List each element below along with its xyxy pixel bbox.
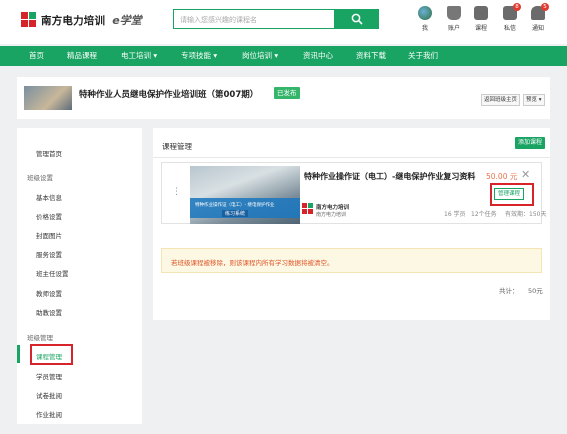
provider-sub: 南方电力培训 — [316, 212, 347, 218]
top-account-label: 账户 — [447, 25, 460, 32]
sidebar-item-dashboard[interactable]: 管理首页 — [36, 148, 62, 158]
main-panel: 课程管理 添加课程 ⋮ 特种作业操作证（电工）- 继电保护作业 练习系统 南方电… — [153, 128, 550, 320]
brand-logo-icon — [21, 12, 37, 28]
nav-featured-courses[interactable]: 精品课程 — [67, 46, 97, 66]
sidebar-item-cover[interactable]: 封面图片 — [36, 230, 62, 240]
course-cover-image: 特种作业操作证（电工）- 继电保护作业 练习系统 — [190, 166, 300, 224]
total-value: 50元 — [528, 287, 543, 295]
notification-badge: 5 — [541, 3, 549, 11]
page-title: 课程管理 — [162, 142, 192, 151]
nav-home[interactable]: 首页 — [29, 46, 44, 66]
message-badge: 8 — [513, 3, 521, 11]
course-price: 50.00 元 — [486, 172, 518, 181]
sidebar-item-homework-review[interactable]: 作业批阅 — [36, 409, 62, 419]
sidebar-item-teacher[interactable]: 教师设置 — [36, 288, 62, 298]
provider-name: 南方电力培训 — [316, 205, 350, 211]
top-header: 南方电力培训 e学堂 请输入您感兴趣的课程名 我 账户 课程 8 私信 5 通知 — [0, 0, 567, 44]
brand-sub: e学堂 — [112, 14, 142, 27]
highlight-box-manage — [490, 183, 534, 206]
top-me-label: 我 — [421, 25, 428, 32]
cover-band-text: 特种作业操作证（电工）- 继电保护作业 — [195, 203, 275, 208]
course-title[interactable]: 特种作业操作证（电工）-继电保护作业复习资料 — [304, 171, 475, 182]
top-course-label: 课程 — [474, 25, 487, 32]
cover-band-label: 练习系统 — [222, 210, 249, 217]
search-input[interactable]: 请输入您感兴趣的课程名 — [173, 9, 335, 29]
top-message-label: 私信 — [503, 25, 516, 32]
class-thumbnail — [24, 86, 72, 110]
add-course-button[interactable]: 添加课程 — [515, 137, 546, 149]
main-nav: 首页 精品课程 电工培训 ▾ 专项技能 ▾ 岗位培训 ▾ 资讯中心 资料下载 关… — [0, 46, 567, 66]
search-button[interactable] — [335, 9, 379, 29]
sidebar-active-indicator — [17, 345, 20, 363]
sidebar: 管理首页 班级设置 基本信息 价格设置 封面图片 服务设置 班主任设置 教师设置… — [17, 128, 142, 424]
top-notification-label: 通知 — [531, 25, 544, 32]
highlight-box-sidebar — [30, 344, 73, 365]
preview-dropdown[interactable]: 预览 ▾ — [523, 94, 545, 106]
nav-special-skills[interactable]: 专项技能 ▾ — [181, 46, 217, 66]
course-icon — [474, 6, 488, 20]
top-me[interactable]: 我 — [413, 6, 437, 32]
nav-downloads[interactable]: 资料下载 — [356, 46, 386, 66]
warning-notice: 若班级课程被移除，则该课程内所有学习数据将被清空。 — [161, 248, 542, 273]
top-message[interactable]: 8 私信 — [498, 3, 522, 32]
top-account[interactable]: 账户 — [442, 6, 466, 32]
close-icon[interactable]: ✕ — [521, 168, 530, 181]
search-icon — [351, 13, 363, 25]
sidebar-item-price[interactable]: 价格设置 — [36, 211, 62, 221]
brand-name: 南方电力培训 — [41, 14, 106, 27]
sidebar-group-class-management: 班级管理 — [27, 334, 53, 342]
status-badge: 已发布 — [274, 87, 300, 99]
sidebar-item-service[interactable]: 服务设置 — [36, 249, 62, 259]
class-title: 特种作业人员继电保护作业培训班（第007期） — [79, 90, 259, 100]
back-to-class-button[interactable]: 返回班级主页 — [481, 94, 521, 106]
class-header: 特种作业人员继电保护作业培训班（第007期） 已发布 返回班级主页 预览 ▾ — [17, 77, 550, 119]
sidebar-item-assistant[interactable]: 助教设置 — [36, 307, 62, 317]
top-course[interactable]: 课程 — [469, 6, 493, 32]
total-label: 共计： — [499, 287, 519, 295]
course-card: ⋮ 特种作业操作证（电工）- 继电保护作业 练习系统 南方电力培训 南方电力培训… — [161, 162, 546, 224]
sidebar-item-basic-info[interactable]: 基本信息 — [36, 192, 62, 202]
account-icon — [447, 6, 461, 20]
student-count: 16 学员 — [444, 211, 466, 218]
nav-about[interactable]: 关于我们 — [408, 46, 438, 66]
nav-electrician-training[interactable]: 电工培训 ▾ — [121, 46, 157, 66]
sidebar-item-students[interactable]: 学员管理 — [36, 371, 62, 381]
task-count: 12个任务 — [471, 211, 497, 218]
validity-period: 有效期：150天 — [505, 211, 547, 218]
notification-icon: 5 — [531, 3, 549, 20]
provider-logo-icon — [302, 203, 313, 214]
avatar-icon — [418, 6, 432, 20]
nav-job-training[interactable]: 岗位培训 ▾ — [242, 46, 278, 66]
message-icon: 8 — [503, 3, 521, 20]
brand-logo[interactable]: 南方电力培训 e学堂 — [21, 11, 142, 29]
drag-handle-icon[interactable]: ⋮ — [172, 187, 181, 197]
nav-news-center[interactable]: 资讯中心 — [303, 46, 333, 66]
top-notification[interactable]: 5 通知 — [526, 3, 550, 32]
sidebar-group-class-settings: 班级设置 — [27, 174, 53, 182]
sidebar-item-exam-review[interactable]: 试卷批阅 — [36, 390, 62, 400]
divider — [153, 157, 550, 158]
sidebar-item-head-teacher[interactable]: 班主任设置 — [36, 268, 69, 278]
